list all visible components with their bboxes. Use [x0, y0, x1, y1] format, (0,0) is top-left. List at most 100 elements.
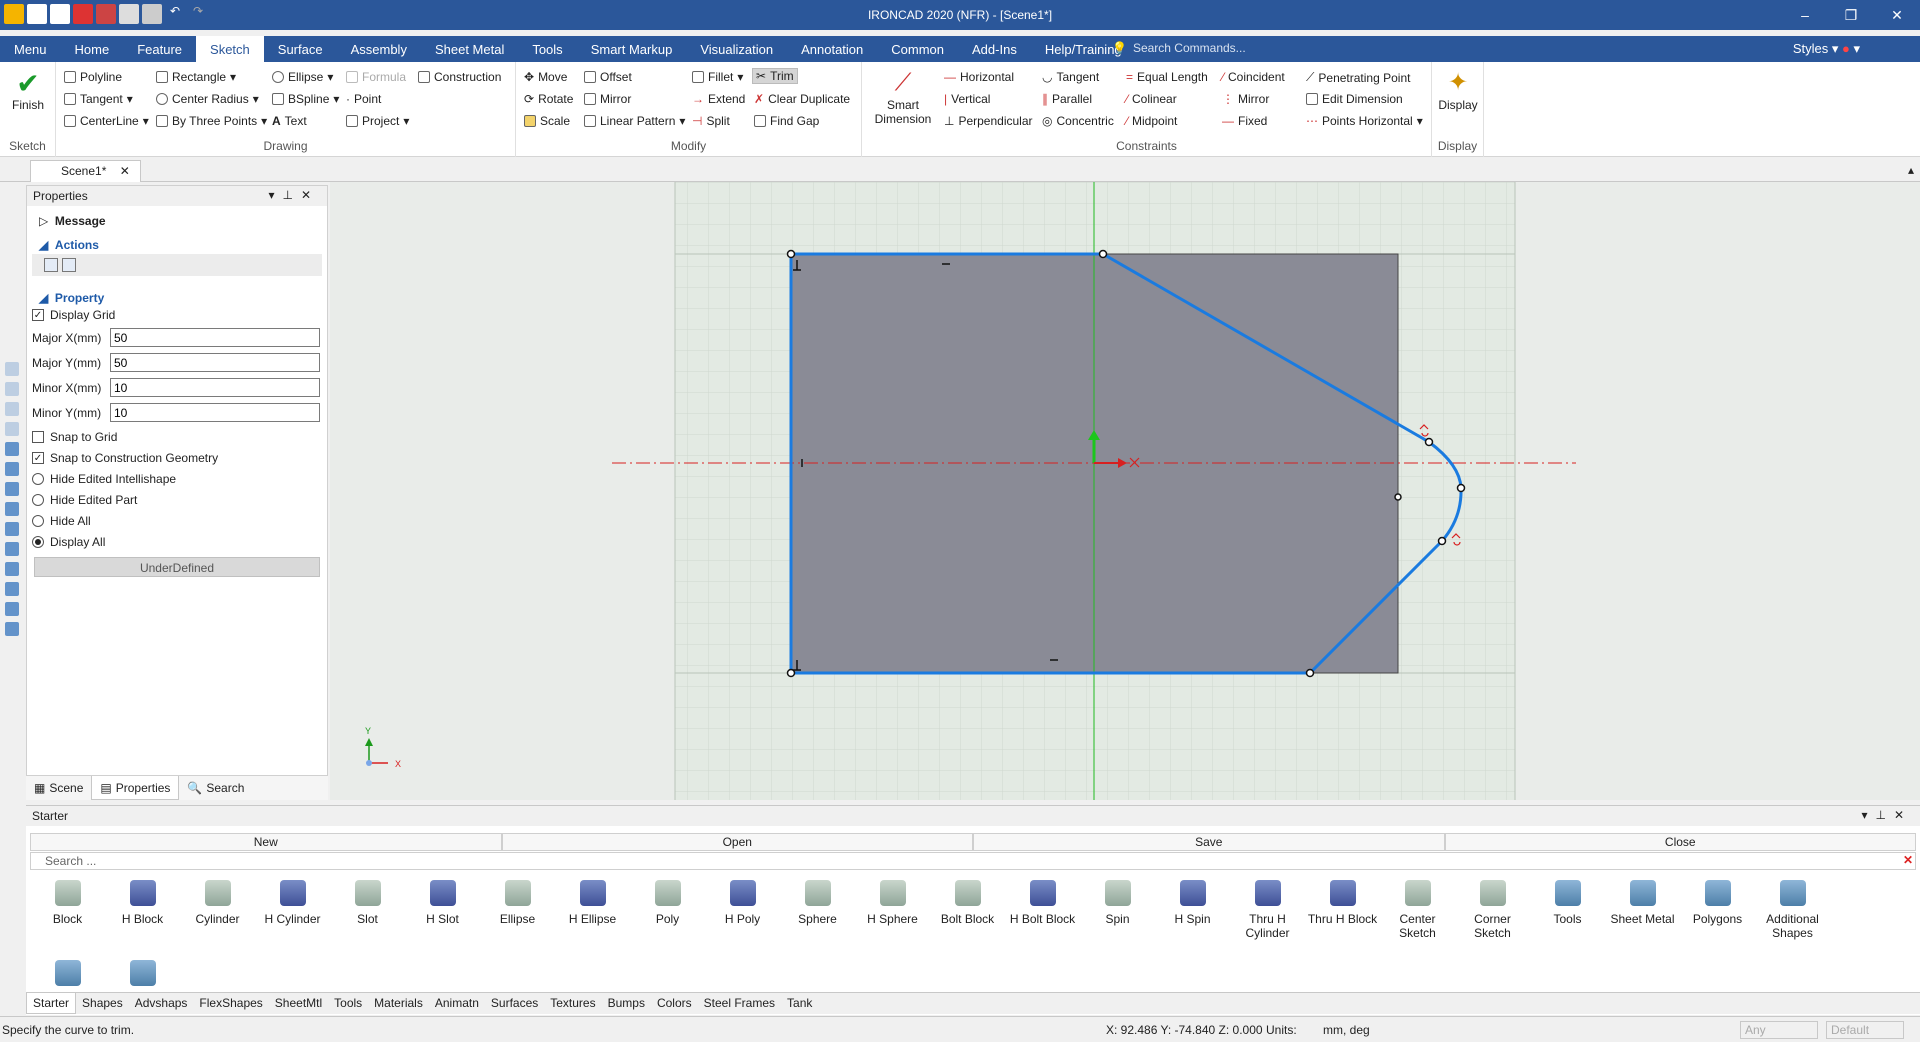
display-all-radio[interactable]: Display All — [32, 535, 105, 549]
find-gap-button[interactable]: Find Gap — [754, 114, 819, 128]
text-button[interactable]: A Text — [272, 114, 307, 128]
command-search[interactable]: 💡 Search Commands... — [1112, 41, 1246, 55]
point-button[interactable]: · Point — [346, 92, 381, 106]
snap-to-grid-checkbox[interactable]: Snap to Grid — [32, 430, 117, 444]
minor-y-input[interactable] — [110, 403, 320, 422]
dropdown-icon[interactable]: ▾ — [268, 188, 282, 202]
tab-tools[interactable]: Tools — [518, 36, 576, 62]
trim-button[interactable]: ✂ Trim — [752, 68, 798, 84]
catalog-tab-textures[interactable]: Textures — [544, 993, 601, 1014]
catalog-tab-colors[interactable]: Colors — [651, 993, 698, 1014]
tab-home[interactable]: Home — [61, 36, 124, 62]
major-y-input[interactable] — [110, 353, 320, 372]
edit-action-icon[interactable] — [44, 258, 58, 272]
catalog-tab-bumps[interactable]: Bumps — [602, 993, 651, 1014]
catalog-tab-tools[interactable]: Tools — [328, 993, 368, 1014]
snap-to-construction-checkbox[interactable]: ✓ Snap to Construction Geometry — [32, 451, 218, 465]
concentric-button[interactable]: ◎ Concentric — [1042, 114, 1114, 128]
shape-h-sphere[interactable]: H Sphere — [855, 876, 930, 956]
tool-icon[interactable] — [5, 502, 19, 516]
points-horizontal-button[interactable]: ⋯ Points Horizontal ▾ — [1306, 114, 1423, 128]
clear-duplicate-button[interactable]: ✗ Clear Duplicate — [754, 92, 850, 106]
command-search-input[interactable]: Search Commands... — [1133, 41, 1246, 55]
midpoint-button[interactable]: ⁄ Midpoint — [1126, 114, 1177, 128]
tab-assembly[interactable]: Assembly — [337, 36, 421, 62]
tab-menu[interactable]: Menu — [0, 36, 61, 62]
minimize-icon[interactable]: – — [1782, 0, 1828, 30]
parallel-button[interactable]: ∥ Parallel — [1042, 92, 1092, 106]
shape-thru-h-block[interactable]: Thru H Block — [1305, 876, 1380, 956]
close-catalog-icon[interactable]: ✕ — [1894, 808, 1912, 822]
shape-cylinder[interactable]: Cylinder — [180, 876, 255, 956]
tab-sheet-metal[interactable]: Sheet Metal — [421, 36, 518, 62]
shape-sphere[interactable]: Sphere — [780, 876, 855, 956]
tab-sketch[interactable]: Sketch — [196, 36, 264, 62]
shape-center-sketch[interactable]: Center Sketch — [1380, 876, 1455, 956]
dropdown-icon[interactable]: ▾ — [1861, 808, 1875, 822]
tab-add-ins[interactable]: Add-Ins — [958, 36, 1031, 62]
mirror-constraint-button[interactable]: ⋮ Mirror — [1222, 92, 1269, 106]
tab-surface[interactable]: Surface — [264, 36, 337, 62]
tool-icon[interactable] — [5, 482, 19, 496]
table-action-icon[interactable] — [62, 258, 76, 272]
tangent-constraint-button[interactable]: ◡ Tangent — [1042, 70, 1099, 84]
coincident-button[interactable]: ⁄ Coincident — [1222, 70, 1285, 84]
tool-icon[interactable] — [5, 522, 19, 536]
clear-search-icon[interactable]: ✕ — [1903, 853, 1913, 867]
mirror-modify-button[interactable]: Mirror — [584, 92, 631, 106]
sketch-canvas[interactable]: Y X — [330, 182, 1920, 800]
shape-h-poly[interactable]: H Poly — [705, 876, 780, 956]
tool-icon[interactable] — [5, 622, 19, 636]
ellipse-button[interactable]: Ellipse ▾ — [272, 70, 333, 84]
catalog-tab-starter[interactable]: Starter — [26, 993, 77, 1014]
close-tab-icon[interactable]: ✕ — [120, 164, 130, 178]
tab-feature[interactable]: Feature — [123, 36, 196, 62]
tangent-arc-button[interactable]: Tangent ▾ — [64, 92, 133, 106]
catalog-tab-advshaps[interactable]: Advshaps — [129, 993, 194, 1014]
hide-edited-intellishape-radio[interactable]: Hide Edited Intellishape — [32, 472, 176, 486]
tool-icon[interactable] — [5, 402, 19, 416]
vertical-button[interactable]: | Vertical — [944, 92, 990, 106]
sketch-state-button[interactable]: UnderDefined — [34, 557, 320, 577]
penetrating-point-button[interactable]: ⟋ Penetrating Point — [1306, 70, 1410, 85]
shape-slot[interactable]: Slot — [330, 876, 405, 956]
shape-h-slot[interactable]: H Slot — [405, 876, 480, 956]
tool-icon[interactable] — [5, 542, 19, 556]
property-section[interactable]: ◢ Property — [39, 291, 104, 305]
help-icon[interactable]: ● — [1842, 41, 1850, 56]
formula-button[interactable]: Formula — [346, 70, 406, 84]
catalog-tab-tank[interactable]: Tank — [781, 993, 818, 1014]
rectangle-button[interactable]: Rectangle ▾ — [156, 70, 236, 84]
shape-h-cylinder[interactable]: H Cylinder — [255, 876, 330, 956]
catalog-save-button[interactable]: Save — [973, 833, 1445, 851]
split-button[interactable]: ⊣ Split — [692, 114, 730, 128]
selection-filter-combo[interactable]: Any — [1740, 1021, 1818, 1039]
tab-properties[interactable]: ▤ Properties — [91, 776, 180, 800]
shape-thru-h-cylinder[interactable]: Thru H Cylinder — [1230, 876, 1305, 956]
tool-icon[interactable] — [5, 562, 19, 576]
move-button[interactable]: ✥ Move — [524, 70, 567, 84]
perpendicular-button[interactable]: ⊥ Perpendicular — [944, 114, 1033, 128]
close-window-icon[interactable]: ✕ — [1874, 0, 1920, 30]
bspline-button[interactable]: BSpline ▾ — [272, 92, 339, 106]
catalog-tab-animatn[interactable]: Animatn — [429, 993, 485, 1014]
catalog-close-button[interactable]: Close — [1444, 833, 1916, 851]
smart-dimension-button[interactable]: ⟋ Smart Dimension — [868, 68, 938, 126]
tab-annotation[interactable]: Annotation — [787, 36, 877, 62]
tab-visualization[interactable]: Visualization — [686, 36, 787, 62]
finish-button[interactable]: ✔ Finish — [8, 70, 48, 113]
center-radius-button[interactable]: Center Radius ▾ — [156, 92, 259, 106]
style-filter-combo[interactable]: Default — [1826, 1021, 1904, 1039]
fixed-button[interactable]: — Fixed — [1222, 114, 1267, 128]
shape-block[interactable]: Block — [30, 876, 105, 956]
tab-smart-markup[interactable]: Smart Markup — [577, 36, 687, 62]
catalog-tab-flexshapes[interactable]: FlexShapes — [193, 993, 268, 1014]
display-grid-checkbox[interactable]: ✓ Display Grid — [32, 308, 115, 322]
close-panel-icon[interactable]: ✕ — [301, 188, 319, 202]
shape-h-ellipse[interactable]: H Ellipse — [555, 876, 630, 956]
document-tab-scene1[interactable]: Scene1* ✕ — [30, 160, 141, 182]
shape-additional-shapes[interactable]: Additional Shapes — [1755, 876, 1830, 956]
project-button[interactable]: Project ▾ — [346, 114, 409, 128]
restore-icon[interactable]: ❐ — [1828, 0, 1874, 30]
actions-section[interactable]: ◢ Actions — [39, 238, 99, 252]
